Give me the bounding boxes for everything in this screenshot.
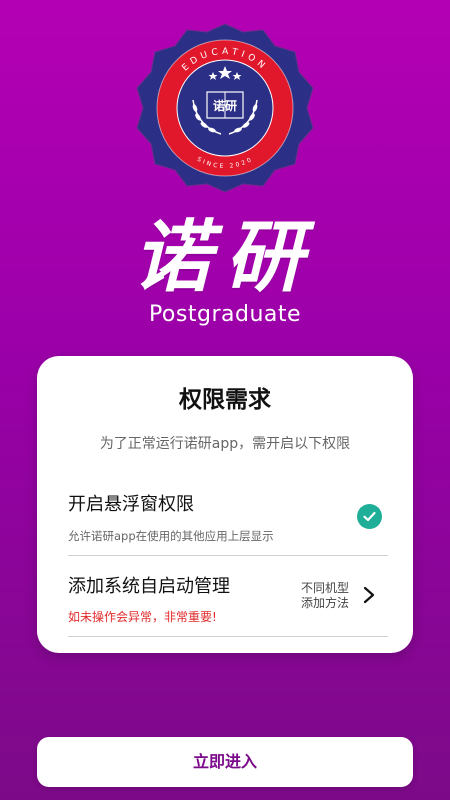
overlay-permission-description: 允许诺研app在使用的其他应用上层显示 — [68, 529, 274, 543]
overlay-permission-title[interactable]: 开启悬浮窗权限 — [68, 490, 194, 516]
card-title: 权限需求 — [179, 387, 271, 413]
brand-name-cn: 诺研 — [132, 212, 317, 303]
autostart-method-link[interactable]: 不同机型 添加方法 — [301, 581, 359, 611]
divider — [68, 636, 388, 637]
chevron-right-icon[interactable] — [362, 585, 376, 605]
check-icon[interactable] — [357, 504, 382, 529]
permission-card: 权限需求 为了正常运行诺研app，需开启以下权限 开启悬浮窗权限 允许诺研app… — [37, 356, 413, 653]
enter-now-button[interactable]: 立即进入 — [37, 737, 413, 787]
app-logo-badge: EDUCATION SINCE 2020 诺研 — [136, 23, 314, 192]
autostart-permission-title[interactable]: 添加系统自启动管理 — [68, 572, 230, 598]
autostart-hint-line1: 不同机型 — [301, 581, 350, 595]
logo-book-text: 诺研 — [213, 98, 237, 113]
divider — [68, 555, 388, 556]
card-subtitle: 为了正常运行诺研app，需开启以下权限 — [99, 436, 351, 452]
autostart-warning-text: 如未操作会异常，非常重要! — [68, 610, 217, 624]
autostart-hint-line2: 添加方法 — [301, 596, 350, 610]
brand-name-en: Postgraduate — [148, 302, 302, 327]
